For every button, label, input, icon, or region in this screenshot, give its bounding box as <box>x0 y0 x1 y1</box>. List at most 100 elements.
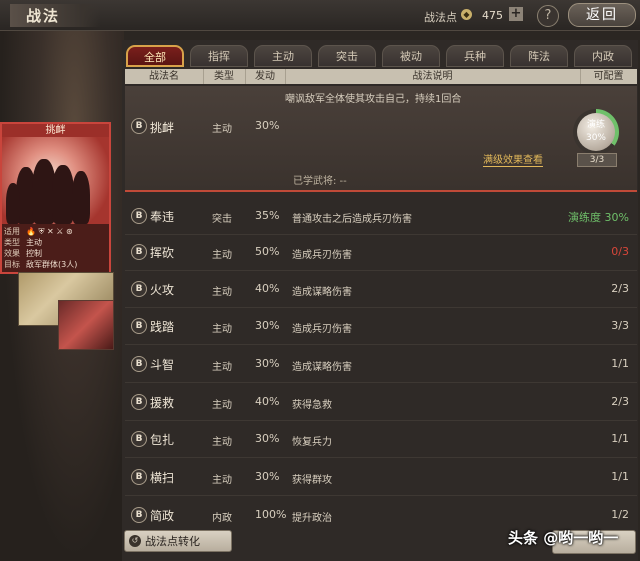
table-row[interactable]: B 奉违 突击 35% 普通攻击之后造成兵刃伤害 演练度 30% <box>125 198 637 235</box>
skill-config: 1/1 <box>611 470 629 483</box>
table-row[interactable]: B 挥砍 主动 50% 造成兵刃伤害 0/3 <box>125 234 637 271</box>
header-config: 可配置 <box>593 71 624 82</box>
page-title: 战法 <box>10 4 101 27</box>
grade-b-icon: B <box>131 281 147 297</box>
skill-card-info: 适用 🔥 ⛨ ✕ ⚔ ⊛ 类型 主动 效果 控制 目标 敌军群体(3人) <box>2 224 109 272</box>
skill-config: 1/2 <box>611 508 629 521</box>
skill-cost: 100% <box>255 508 287 521</box>
skill-description: 普通攻击之后造成兵刃伤害 <box>292 214 412 225</box>
convert-icon: ↺ <box>129 535 141 547</box>
skill-config: 1/1 <box>611 357 629 370</box>
skill-cost: 30% <box>255 119 280 132</box>
skill-type: 主动 <box>212 362 232 373</box>
add-points-button[interactable]: + <box>509 7 523 21</box>
skill-type: 主动 <box>212 250 232 261</box>
skill-cost: 40% <box>255 395 280 408</box>
skill-name: 践踏 <box>150 320 175 334</box>
skill-card-name: 挑衅 <box>2 124 109 137</box>
skill-card: 挑衅 适用 🔥 ⛨ ✕ ⚔ ⊛ 类型 主动 效果 控制 目标 敌军群体(3人) <box>0 122 111 274</box>
table-row[interactable]: B 援救 主动 40% 获得急救 2/3 <box>125 384 637 421</box>
skill-description: 获得急救 <box>292 400 332 411</box>
tab-bar: 全部 指挥 主动 突击 被动 兵种 阵法 内政 <box>126 45 638 67</box>
skill-name: 挑衅 <box>150 121 175 135</box>
header-cost: 发动 <box>245 69 286 84</box>
header-type: 类型 <box>203 69 246 84</box>
tab-troop[interactable]: 兵种 <box>446 45 504 67</box>
learned-generals: 已学武将: -- <box>293 176 347 187</box>
table-row[interactable]: B 横扫 主动 30% 获得群攻 1/1 <box>125 459 637 496</box>
skill-cost: 50% <box>255 245 280 258</box>
skill-config: 0/3 <box>611 245 629 258</box>
skill-name: 奉违 <box>150 210 175 224</box>
skill-name: 火攻 <box>150 283 175 297</box>
strategy-points-label: 战法点 <box>424 11 457 24</box>
skill-name: 挥砍 <box>150 246 175 260</box>
top-bar: 战法 战法点 ◆ 475 + ? 返回 <box>0 0 640 31</box>
skill-type: 主动 <box>212 475 232 486</box>
grade-b-icon: B <box>131 356 147 372</box>
skill-name: 斗智 <box>150 358 175 372</box>
skill-type: 主动 <box>212 287 232 298</box>
skill-cost: 40% <box>255 282 280 295</box>
grade-b-icon: B <box>131 118 147 134</box>
full-effect-link[interactable]: 满级效果查看 <box>483 151 543 167</box>
skill-list-panel: 全部 指挥 主动 突击 被动 兵种 阵法 内政 战法名 类型 发动 战法说明 可… <box>122 40 638 561</box>
skill-config: 演练度 30% <box>568 211 629 224</box>
skill-config: 1/1 <box>611 432 629 445</box>
tab-formation[interactable]: 阵法 <box>510 45 568 67</box>
skill-description: 嘲讽敌军全体使其攻击自己，持续1回合 <box>285 94 462 105</box>
grade-b-icon: B <box>131 394 147 410</box>
skill-description: 提升政治 <box>292 513 332 524</box>
grade-b-icon: B <box>131 507 147 523</box>
skill-description: 造成兵刃伤害 <box>292 324 352 335</box>
skill-description: 造成谋略伤害 <box>292 362 352 373</box>
skill-description: 造成谋略伤害 <box>292 287 352 298</box>
skill-config: 2/3 <box>611 395 629 408</box>
skill-description: 获得群攻 <box>292 475 332 486</box>
mastery-ring[interactable]: 演练 30% <box>573 109 619 155</box>
grade-b-icon: B <box>131 244 147 260</box>
table-row[interactable]: B 火攻 主动 40% 造成谋略伤害 2/3 <box>125 271 637 308</box>
grade-b-icon: B <box>131 318 147 334</box>
background-thumbnail-2 <box>58 300 114 350</box>
help-button[interactable]: ? <box>537 5 559 27</box>
skill-cost: 30% <box>255 432 280 445</box>
skill-card-icons: 🔥 ⛨ ✕ ⚔ ⊛ <box>26 227 73 236</box>
skill-cost: 30% <box>255 470 280 483</box>
tab-active[interactable]: 主动 <box>254 45 312 67</box>
table-header: 战法名 类型 发动 战法说明 可配置 <box>125 69 637 84</box>
skill-name: 援救 <box>150 396 175 410</box>
grade-b-icon: B <box>131 208 147 224</box>
header-desc: 战法说明 <box>285 69 581 84</box>
skill-cost: 30% <box>255 357 280 370</box>
skill-type: 内政 <box>212 513 232 524</box>
tab-passive[interactable]: 被动 <box>382 45 440 67</box>
tab-internal[interactable]: 内政 <box>574 45 632 67</box>
skill-card-art <box>2 137 109 224</box>
back-button[interactable]: 返回 <box>568 3 636 27</box>
skill-cost: 30% <box>255 319 280 332</box>
skill-type: 主动 <box>212 400 232 411</box>
table-row[interactable]: B 践踏 主动 30% 造成兵刃伤害 3/3 <box>125 308 637 345</box>
header-name: 战法名 <box>125 69 204 84</box>
skill-config: 3/3 <box>611 319 629 332</box>
skill-config: 2/3 <box>611 282 629 295</box>
table-row[interactable]: B 包扎 主动 30% 恢复兵力 1/1 <box>125 421 637 458</box>
skill-type: 主动 <box>212 124 232 135</box>
skill-name: 横扫 <box>150 471 175 485</box>
skill-type: 主动 <box>212 324 232 335</box>
skill-description: 恢复兵力 <box>292 437 332 448</box>
tab-all[interactable]: 全部 <box>126 45 184 67</box>
selected-skill-row[interactable]: B 挑衅 主动 30% 嘲讽敌军全体使其攻击自己，持续1回合 满级效果查看 已学… <box>125 86 637 192</box>
skill-description: 造成兵刃伤害 <box>292 250 352 261</box>
skill-name: 简政 <box>150 509 175 523</box>
config-count-badge: 3/3 <box>577 153 617 167</box>
watermark: 头条 @哟一哟一 <box>508 529 619 547</box>
tab-command[interactable]: 指挥 <box>190 45 248 67</box>
table-row[interactable]: B 斗智 主动 30% 造成谋略伤害 1/1 <box>125 346 637 383</box>
skill-type: 突击 <box>212 214 232 225</box>
convert-points-label: 战法点转化 <box>145 535 200 548</box>
skill-type: 主动 <box>212 437 232 448</box>
convert-points-button[interactable]: ↺ 战法点转化 <box>124 530 232 552</box>
tab-assault[interactable]: 突击 <box>318 45 376 67</box>
